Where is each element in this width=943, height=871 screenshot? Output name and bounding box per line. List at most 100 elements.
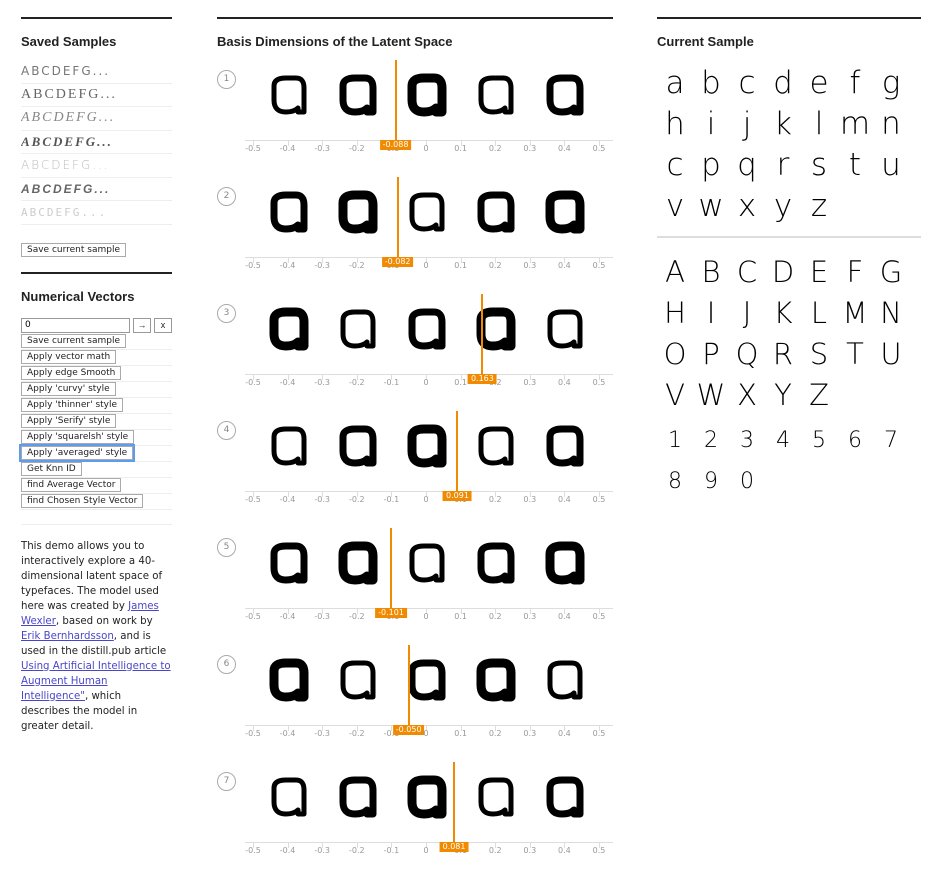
axis-tick-label: -0.2 bbox=[348, 846, 365, 855]
glyph-a-preview[interactable] bbox=[266, 655, 310, 703]
saved-sample-row[interactable]: ABCDEFG... bbox=[21, 60, 172, 84]
dimension-axis[interactable] bbox=[245, 140, 613, 141]
glyph-a-preview[interactable] bbox=[473, 421, 517, 469]
glyph-a-preview[interactable] bbox=[542, 655, 586, 703]
apply-squarelsh-style-button[interactable]: Apply 'squarelsh' style bbox=[21, 430, 135, 444]
glyph-a-preview[interactable] bbox=[266, 304, 310, 352]
axis-tick-label: 0.2 bbox=[488, 495, 502, 504]
axis-tick-label: -0.4 bbox=[279, 144, 296, 153]
glyph-a-preview[interactable] bbox=[542, 538, 586, 586]
axis-tick-label: -0.2 bbox=[348, 144, 365, 153]
value-marker[interactable] bbox=[394, 60, 397, 140]
value-marker[interactable] bbox=[456, 411, 459, 491]
apply-serify-style-button[interactable]: Apply 'Serify' style bbox=[21, 414, 117, 428]
glyph-a-preview[interactable] bbox=[335, 187, 379, 235]
dimension-axis[interactable] bbox=[245, 842, 613, 843]
axis-tick-label: 0 bbox=[423, 378, 429, 387]
glyph-a-preview[interactable] bbox=[335, 70, 379, 118]
glyph-a-preview[interactable] bbox=[266, 772, 310, 820]
vector-input[interactable] bbox=[21, 317, 130, 333]
glyph-a-preview[interactable] bbox=[266, 70, 310, 118]
find-average-vector-button[interactable]: find Average Vector bbox=[21, 478, 122, 492]
apply-edge-smooth-button[interactable]: Apply edge Smooth bbox=[21, 366, 122, 380]
axis-tick-label: 0.3 bbox=[523, 378, 537, 387]
axis-tick-label: -0.5 bbox=[245, 495, 261, 504]
glyph-a-preview[interactable] bbox=[266, 421, 310, 469]
glyph-a-preview[interactable] bbox=[335, 655, 379, 703]
glyph: 4 bbox=[776, 428, 790, 453]
apply-curvy-style-button[interactable]: Apply 'curvy' style bbox=[21, 382, 116, 396]
glyph-a-preview[interactable] bbox=[542, 70, 586, 118]
saved-sample-row[interactable]: ABCDEFG... bbox=[21, 201, 172, 225]
dimension-axis[interactable] bbox=[245, 608, 613, 609]
glyph-a-preview[interactable] bbox=[473, 187, 517, 235]
erik-bernhardsson-link[interactable]: Erik Bernhardsson bbox=[21, 631, 114, 642]
glyph: W bbox=[696, 378, 726, 412]
glyph-row: hijklmn bbox=[657, 101, 921, 142]
right-column: Current Sample abcdefghijklmncpqrstuvwxy… bbox=[657, 17, 921, 494]
glyph: x bbox=[737, 188, 757, 224]
glyph-a-preview[interactable] bbox=[473, 655, 517, 703]
axis-tick-label: -0.1 bbox=[383, 378, 400, 387]
glyph-a-preview[interactable] bbox=[404, 772, 448, 820]
save-current-sample-button[interactable]: Save current sample bbox=[21, 334, 127, 348]
glyph-a-preview[interactable] bbox=[404, 187, 448, 235]
saved-sample-row[interactable]: ABCDEFG... bbox=[21, 84, 172, 107]
glyph: D bbox=[771, 255, 795, 289]
axis-tick-label: 0.2 bbox=[488, 261, 502, 270]
glyph-a-preview[interactable] bbox=[335, 421, 379, 469]
axis-tick-label: -0.5 bbox=[245, 261, 261, 270]
dimension-axis[interactable] bbox=[245, 257, 613, 258]
glyph: Q bbox=[735, 337, 759, 371]
saved-sample-row[interactable]: ABCDEFG... bbox=[21, 131, 172, 154]
glyph-row: VWXYZ bbox=[657, 371, 921, 412]
glyph-a-preview[interactable] bbox=[473, 70, 517, 118]
glyph-a-preview[interactable] bbox=[404, 421, 448, 469]
glyph-a-preview[interactable] bbox=[473, 304, 517, 352]
axis-tick-label: 0.4 bbox=[558, 495, 571, 504]
glyph-a-preview[interactable] bbox=[266, 187, 310, 235]
dimension-axis[interactable] bbox=[245, 374, 613, 375]
glyph-a-preview[interactable] bbox=[404, 70, 448, 118]
dimension-axis[interactable] bbox=[245, 725, 613, 726]
dimension-row: 4-0.5-0.4-0.3-0.2-0.100.10.20.30.40.50.0… bbox=[217, 411, 613, 511]
glyph-a-preview[interactable] bbox=[473, 538, 517, 586]
saved-sample-row[interactable]: ABCDEFG... bbox=[21, 107, 172, 131]
value-marker[interactable] bbox=[407, 645, 410, 725]
glyph-a-preview[interactable] bbox=[542, 187, 586, 235]
glyph-a-preview[interactable] bbox=[266, 538, 310, 586]
glyph-a-preview[interactable] bbox=[473, 772, 517, 820]
get-knn-id-button[interactable]: Get Knn ID bbox=[21, 462, 82, 476]
glyph-a-preview[interactable] bbox=[542, 304, 586, 352]
value-marker[interactable] bbox=[396, 177, 399, 257]
apply-averaged-style-button[interactable]: Apply 'averaged' style bbox=[18, 444, 136, 462]
value-marker-label: -0.088 bbox=[379, 140, 412, 150]
dimension-axis[interactable] bbox=[245, 491, 613, 492]
glyph: U bbox=[880, 337, 902, 371]
glyph: P bbox=[702, 337, 720, 371]
glyph-a-preview[interactable] bbox=[404, 655, 448, 703]
clear-vector-button[interactable]: x bbox=[154, 317, 172, 333]
glyph-a-preview[interactable] bbox=[542, 772, 586, 820]
glyph-a-preview[interactable] bbox=[404, 538, 448, 586]
vector-action-row: Apply 'averaged' style bbox=[18, 444, 172, 462]
value-marker[interactable] bbox=[453, 762, 456, 842]
glyph: c bbox=[666, 147, 684, 183]
glyph-a-preview[interactable] bbox=[335, 538, 379, 586]
glyph-a-preview[interactable] bbox=[404, 304, 448, 352]
glyph-a-preview[interactable] bbox=[335, 772, 379, 820]
glyph-a-preview[interactable] bbox=[335, 304, 379, 352]
vector-action-row: Apply 'Serify' style bbox=[21, 414, 172, 430]
value-marker[interactable] bbox=[481, 294, 484, 374]
saved-sample-row[interactable]: ABCDEFG... bbox=[21, 178, 172, 201]
saved-sample-row[interactable]: ABCDEFG... bbox=[21, 154, 172, 178]
find-chosen-style-vector-button[interactable]: find Chosen Style Vector bbox=[21, 494, 144, 508]
value-marker[interactable] bbox=[390, 528, 393, 608]
apply-vector-math-button[interactable]: Apply vector math bbox=[21, 350, 117, 364]
apply-vector-arrow-button[interactable]: → bbox=[133, 317, 151, 333]
glyph-a-preview[interactable] bbox=[542, 421, 586, 469]
save-current-sample-button[interactable]: Save current sample bbox=[21, 242, 127, 257]
axis-tick-label: -0.4 bbox=[279, 612, 296, 621]
apply-thinner-style-button[interactable]: Apply 'thinner' style bbox=[21, 398, 124, 412]
glyph-row: HIJKLMN bbox=[657, 289, 921, 330]
